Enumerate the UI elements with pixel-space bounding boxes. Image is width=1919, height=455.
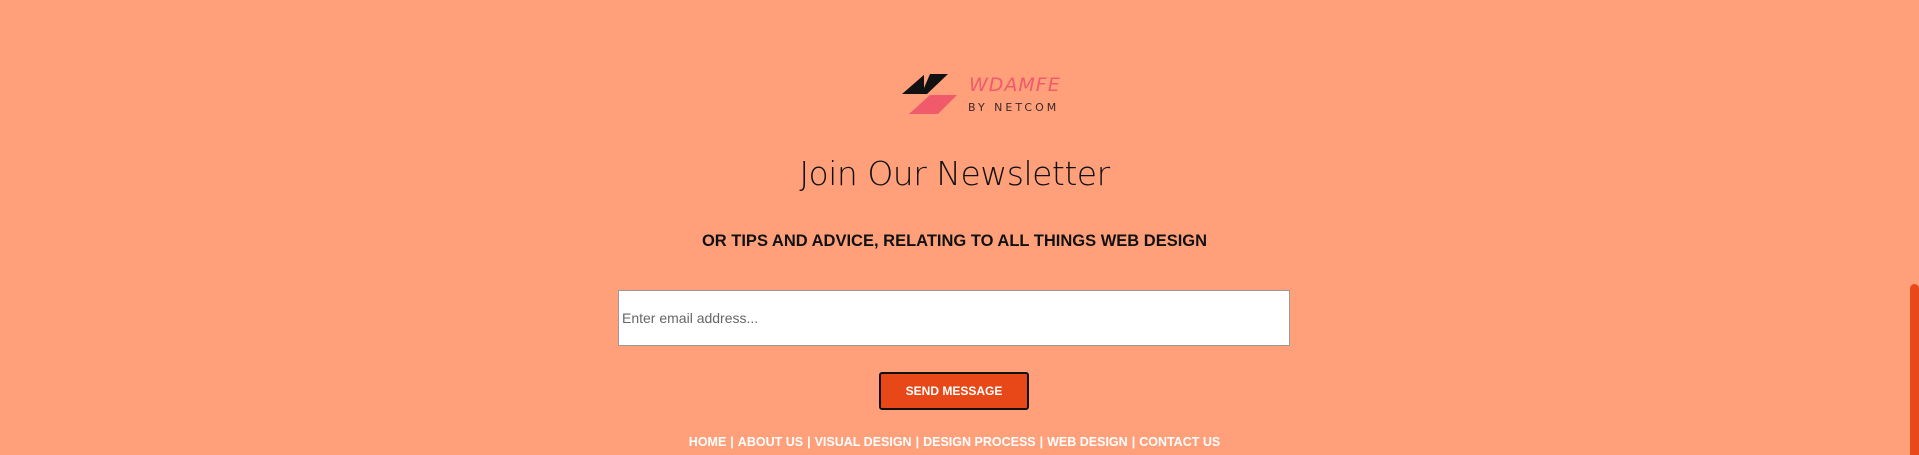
footer-link-design-process[interactable]: DESIGN PROCESS <box>923 435 1036 449</box>
footer-link-home[interactable]: HOME <box>689 435 727 449</box>
newsletter-page: WDAMFE BY NETCOM Join Our Newsletter OR … <box>0 0 1919 455</box>
send-message-button[interactable]: SEND MESSAGE <box>879 372 1029 410</box>
footer-link-about-us[interactable]: ABOUT US <box>738 435 803 449</box>
logo-mark-icon <box>902 74 957 114</box>
footer-separator: | <box>915 435 920 449</box>
scrollbar-track[interactable] <box>1910 0 1919 455</box>
brand-name: WDAMFE <box>969 74 1061 96</box>
footer-link-visual-design[interactable]: VISUAL DESIGN <box>815 435 912 449</box>
scrollbar-thumb[interactable] <box>1910 284 1919 455</box>
footer-link-web-design[interactable]: WEB DESIGN <box>1047 435 1128 449</box>
email-input[interactable] <box>618 290 1290 346</box>
newsletter-subtitle: OR TIPS AND ADVICE, RELATING TO ALL THIN… <box>701 232 1208 250</box>
footer-separator: | <box>730 435 734 449</box>
footer-separator: | <box>807 435 811 449</box>
brand-logo[interactable]: WDAMFE BY NETCOM <box>902 74 1072 120</box>
footer-nav: HOME | ABOUT US | VISUAL DESIGN | DESIGN PROCE… <box>0 435 1909 449</box>
brand-tagline: BY NETCOM <box>968 101 1060 114</box>
newsletter-title: Join Our Newsletter <box>799 154 1110 193</box>
footer-link-contact-us[interactable]: CONTACT US <box>1139 435 1220 449</box>
footer-separator: | <box>1131 435 1136 449</box>
footer-separator: | <box>1039 435 1044 449</box>
